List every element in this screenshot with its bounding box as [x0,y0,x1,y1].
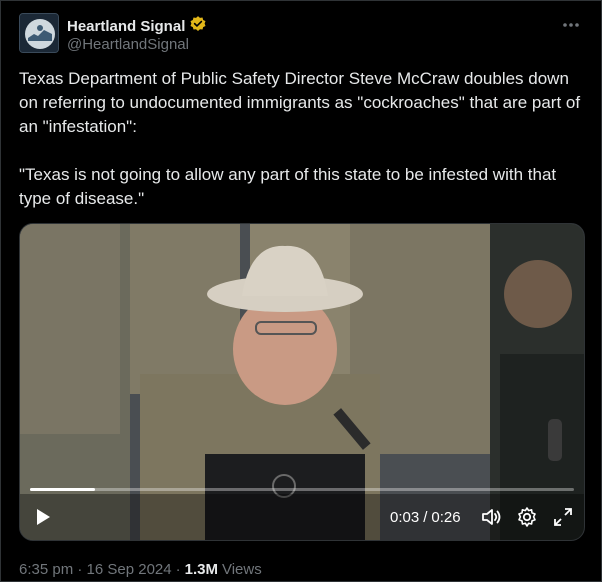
settings-icon [518,507,536,527]
time-separator: / [423,509,428,526]
meta-separator: · [175,561,181,578]
duration: 0:26 [431,509,461,526]
settings-button[interactable] [516,506,538,528]
video-frame [20,224,584,540]
fullscreen-button[interactable] [552,506,574,528]
video-player[interactable]: 0:03 / 0:26 [19,223,585,541]
heartland-signal-logo-icon [20,14,58,52]
video-progress-bar[interactable] [30,488,574,491]
views-label: Views [221,561,262,578]
post-text: Texas Department of Public Safety Direct… [19,69,581,208]
verified-badge-icon [189,15,207,38]
fullscreen-icon [554,508,572,526]
author-name-row: Heartland Signal [67,15,207,38]
more-horizontal-icon [563,23,579,27]
play-icon [37,509,50,525]
post-header: Heartland Signal @HeartlandSignal [19,13,587,57]
author-handle[interactable]: @HeartlandSignal [67,36,189,53]
author-display-name[interactable]: Heartland Signal [67,18,185,35]
avatar[interactable] [19,13,59,53]
volume-icon [482,509,501,525]
volume-button[interactable] [480,506,502,528]
video-controls: 0:03 / 0:26 [20,496,584,540]
post-metadata: 6:35 pm · 16 Sep 2024 · 1.3M Views [19,561,262,578]
post-timestamp[interactable]: 6:35 pm · 16 Sep 2024 [19,561,172,578]
video-progress-fill [30,488,96,491]
current-time: 0:03 [390,509,420,526]
views-count: 1.3M [184,561,218,578]
play-button[interactable] [32,506,54,528]
post-card: Heartland Signal @HeartlandSignal Texas … [0,0,602,582]
video-time: 0:03 / 0:26 [390,509,461,526]
more-options-button[interactable] [559,15,583,35]
